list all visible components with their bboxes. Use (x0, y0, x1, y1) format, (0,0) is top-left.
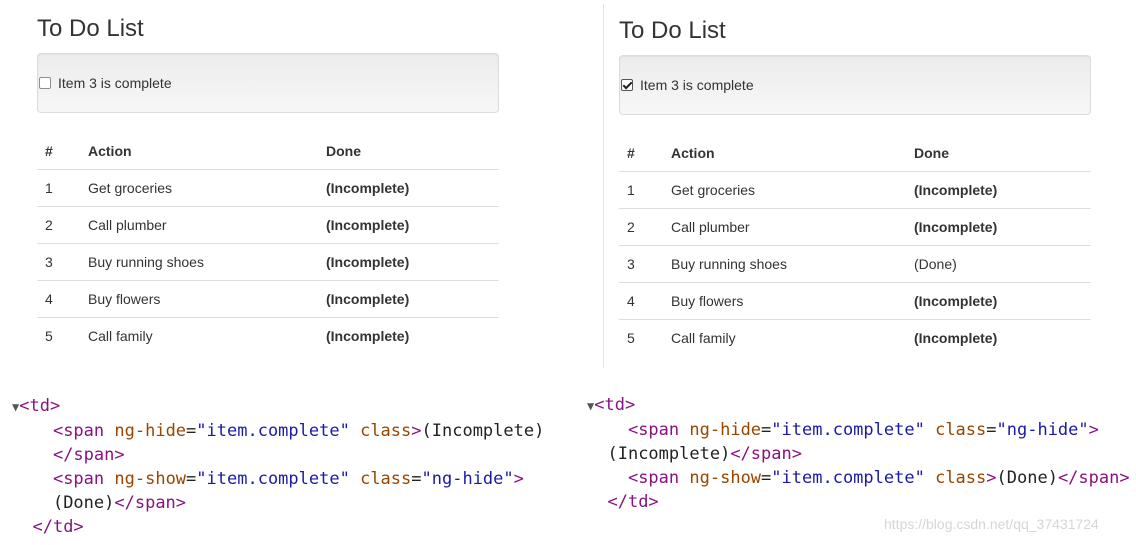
row-number: 3 (37, 242, 80, 280)
row-action: Call plumber (663, 207, 906, 245)
attr-name: class (360, 469, 412, 489)
row-number: 2 (37, 205, 80, 243)
attr-value: "item.complete" (196, 469, 350, 489)
panel-divider (603, 4, 604, 368)
attr-name: class (360, 421, 412, 441)
attr-value: "ng-hide" (996, 420, 1089, 440)
row-action: Call family (80, 316, 318, 354)
table-header-row: # Action Done (37, 133, 499, 170)
span-close-tag: </span> (114, 493, 187, 513)
attr-name: ng-show (114, 469, 187, 489)
table-header-row: # Action Done (619, 135, 1091, 172)
right-devtools-snippet: ▼<td> <span ng-hide="item.complete" clas… (587, 395, 1130, 512)
attr-name: ng-hide (114, 421, 187, 441)
item3-complete-checkbox[interactable] (621, 79, 633, 91)
table-row: 5 Call family (Incomplete) (619, 318, 1091, 356)
attr-value: "item.complete" (196, 421, 350, 441)
row-number: 4 (37, 279, 80, 317)
row-status: (Incomplete) (326, 179, 410, 196)
attr-name: ng-show (689, 468, 762, 488)
checkbox-well: Item 3 is complete (37, 53, 499, 113)
row-action: Buy flowers (80, 279, 318, 317)
column-header-done: Done (318, 133, 499, 170)
row-number: 1 (627, 181, 635, 198)
row-action: Call plumber (80, 205, 318, 243)
span-close-tag: </span> (52, 445, 125, 465)
td-close-tag: </td> (32, 517, 84, 537)
row-action: Buy flowers (663, 281, 906, 319)
todo-table: # Action Done 1 Get groceries (Incomplet… (619, 135, 1091, 356)
row-status: (Incomplete) (906, 207, 1091, 245)
span-open-tag: <span (52, 421, 105, 441)
table-row: 1 Get groceries (Incomplete) (619, 171, 1091, 208)
row-status: (Incomplete) (318, 279, 499, 317)
column-header-number: # (619, 135, 663, 172)
row-status: (Incomplete) (906, 318, 1091, 356)
span-close-tag: </span> (1057, 468, 1130, 488)
span-text: (Done) (52, 493, 115, 513)
column-header-done: Done (906, 135, 1091, 172)
row-action: Buy running shoes (663, 244, 906, 282)
row-number: 5 (619, 318, 663, 356)
row-action: Get groceries (88, 179, 173, 196)
span-open-tag: <span (627, 420, 680, 440)
todo-table: # Action Done 1 Get groceries (Incomplet… (37, 133, 499, 354)
row-action: Get groceries (671, 181, 756, 198)
td-open-tag: <td> (19, 396, 61, 416)
table-row: 3 Buy running shoes (Done) (619, 244, 1091, 282)
row-action: Call family (663, 318, 906, 356)
row-status: (Incomplete) (914, 181, 998, 198)
row-number: 5 (37, 316, 80, 354)
row-status: (Incomplete) (318, 316, 499, 354)
checkbox-label-text: Item 3 is complete (640, 77, 754, 93)
row-number: 3 (619, 244, 663, 282)
checkbox-well: Item 3 is complete (619, 55, 1091, 115)
row-number: 2 (619, 207, 663, 245)
table-row: 5 Call family (Incomplete) (37, 316, 499, 354)
attr-name: ng-hide (689, 420, 762, 440)
span-open-tag: <span (52, 469, 105, 489)
span-text: (Incomplete) (421, 421, 545, 441)
row-status: (Incomplete) (318, 205, 499, 243)
column-header-action: Action (80, 133, 318, 170)
span-close-tag: </span> (730, 444, 802, 464)
checkbox-label-text: Item 3 is complete (58, 75, 172, 91)
table-row: 4 Buy flowers (Incomplete) (37, 279, 499, 317)
page-title: To Do List (37, 15, 144, 42)
span-open-tag: <span (627, 468, 680, 488)
column-header-number: # (37, 133, 80, 170)
span-text: (Incomplete) (607, 444, 731, 464)
attr-name: class (935, 468, 987, 488)
row-status: (Incomplete) (318, 242, 499, 280)
table-row: 2 Call plumber (Incomplete) (37, 205, 499, 243)
table-row: 3 Buy running shoes (Incomplete) (37, 242, 499, 280)
attr-name: class (935, 420, 987, 440)
item3-complete-checkbox-label[interactable]: Item 3 is complete (620, 77, 754, 93)
watermark: https://blog.csdn.net/qq_37431724 (884, 516, 1099, 532)
td-close-tag: </td> (607, 492, 659, 512)
left-devtools-snippet: ▼<td> <span ng-hide="item.complete" clas… (12, 396, 545, 537)
attr-value: "item.complete" (771, 468, 925, 488)
row-action: Buy running shoes (80, 242, 318, 280)
row-number: 4 (619, 281, 663, 319)
item3-complete-checkbox[interactable] (39, 77, 51, 89)
td-open-tag: <td> (594, 395, 636, 415)
span-text: (Done) (996, 468, 1058, 488)
table-row: 4 Buy flowers (Incomplete) (619, 281, 1091, 319)
page-title: To Do List (619, 17, 726, 44)
row-status: (Done) (906, 244, 1091, 282)
table-row: 1 Get groceries (Incomplete) (37, 169, 499, 206)
table-row: 2 Call plumber (Incomplete) (619, 207, 1091, 245)
item3-complete-checkbox-label[interactable]: Item 3 is complete (38, 75, 172, 91)
column-header-action: Action (663, 135, 906, 172)
row-status: (Incomplete) (906, 281, 1091, 319)
attr-value: "ng-hide" (421, 469, 514, 489)
row-number: 1 (45, 179, 53, 196)
attr-value: "item.complete" (771, 420, 925, 440)
